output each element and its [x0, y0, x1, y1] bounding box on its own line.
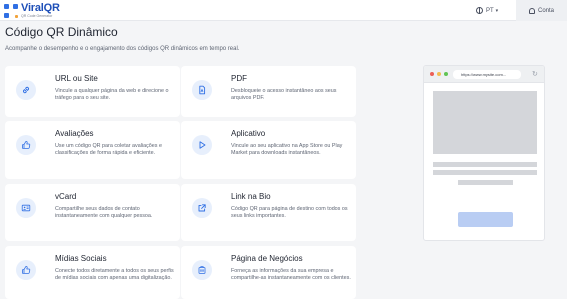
minimize-dot-icon: [437, 72, 441, 76]
card-title: URL ou Site: [55, 74, 98, 83]
card-title: vCard: [55, 192, 77, 201]
qr-type-card-reviews[interactable]: Avaliações Use um código QR para coletar…: [5, 121, 180, 179]
card-description: Vincule ao seu aplicativo na App Store o…: [231, 143, 343, 156]
close-dot-icon: [430, 72, 434, 76]
card-title: PDF: [231, 74, 247, 83]
thumbs-up-icon: [16, 135, 36, 155]
card-description: Desbloqueie o acesso instantâneo aos seu…: [231, 88, 337, 101]
browser-toolbar: https://www.mysite.com... ↻: [424, 66, 544, 83]
thumbs-up-icon: [16, 260, 36, 280]
preview-text-line: [433, 162, 537, 167]
card-description: Código QR para página de destino com tod…: [231, 206, 348, 219]
play-icon: [192, 135, 212, 155]
card-title: Link na Bio: [231, 192, 271, 201]
page-title: Código QR Dinâmico: [5, 25, 118, 39]
card-title: Avaliações: [55, 129, 94, 138]
preview-image-placeholder: [433, 91, 537, 154]
qr-type-card-business-page[interactable]: Página de Negócios Forneça as informaçõe…: [181, 246, 356, 299]
card-title: Página de Negócios: [231, 254, 303, 263]
browser-preview: https://www.mysite.com... ↻: [423, 65, 545, 241]
card-description: Forneça as informações da sua empresa e …: [231, 268, 351, 281]
qr-type-card-social-media[interactable]: Mídias Sociais Conecte todos diretamente…: [5, 246, 180, 299]
account-label: Conta: [537, 7, 554, 14]
chevron-down-icon: ▾: [495, 7, 499, 14]
card-description: Use um código QR para coletar avaliações…: [55, 143, 162, 156]
account-button[interactable]: Conta: [516, 0, 567, 21]
brand-logo[interactable]: ViralQR QR Code Generator: [4, 2, 60, 19]
brand-name: ViralQR: [21, 1, 60, 14]
pdf-file-icon: [192, 80, 212, 100]
preview-text-line: [433, 170, 537, 175]
qr-type-card-app[interactable]: Aplicativo Vincule ao seu aplicativo na …: [181, 121, 356, 179]
maximize-dot-icon: [444, 72, 448, 76]
card-title: Aplicativo: [231, 129, 266, 138]
top-bar: ViralQR QR Code Generator PT ▾ Conta: [0, 0, 567, 21]
preview-button: [458, 212, 513, 227]
reload-icon: ↻: [532, 71, 538, 78]
user-icon: [528, 7, 535, 14]
page-subtitle: Acompanhe o desempenho e o engajamento d…: [5, 46, 240, 52]
card-description: Conecte todos diretamente a todos os seu…: [55, 268, 174, 281]
preview-url: https://www.mysite.com...: [453, 70, 521, 79]
qr-type-card-url[interactable]: URL ou Site Vincule a qualquer página da…: [5, 66, 180, 117]
id-card-icon: [16, 198, 36, 218]
building-icon: [192, 260, 212, 280]
qr-type-card-pdf[interactable]: PDF Desbloqueie o acesso instantâneo aos…: [181, 66, 356, 117]
brand-tagline: QR Code Generator: [21, 13, 53, 18]
globe-icon: [476, 7, 483, 14]
language-label: PT: [486, 7, 494, 14]
preview-text-line: [458, 180, 513, 185]
card-description: Vincule a qualquer página da web e direc…: [55, 88, 169, 101]
qr-type-card-vcard[interactable]: vCard Compartilhe seus dados de contato …: [5, 184, 180, 241]
card-description: Compartilhe seus dados de contato instan…: [55, 206, 153, 219]
logo-icon: [4, 3, 18, 18]
link-icon: [16, 80, 36, 100]
external-link-icon: [192, 198, 212, 218]
language-selector[interactable]: PT ▾: [476, 4, 498, 17]
card-title: Mídias Sociais: [55, 254, 107, 263]
qr-type-card-link-in-bio[interactable]: Link na Bio Código QR para página de des…: [181, 184, 356, 241]
